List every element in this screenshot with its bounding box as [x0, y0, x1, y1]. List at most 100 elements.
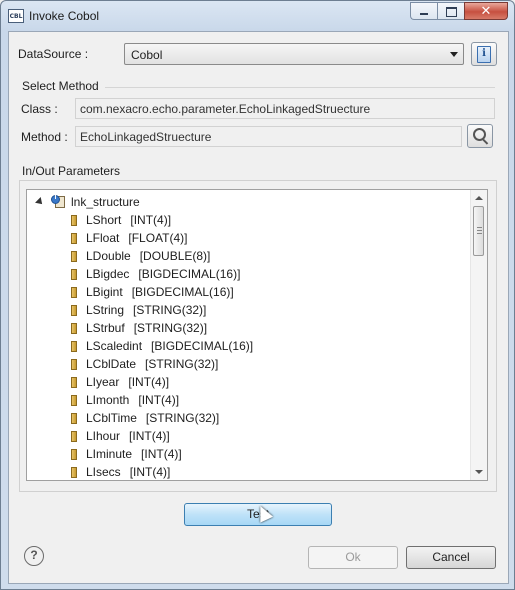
- tree-root-node[interactable]: lnk_structure: [35, 193, 140, 210]
- select-method-title: Select Method: [22, 79, 99, 93]
- datasource-value: Cobol: [131, 48, 163, 62]
- tree-field-row[interactable]: LShort [INT(4)]: [71, 211, 253, 229]
- class-field: com.nexacro.echo.parameter.EchoLinkagedS…: [75, 98, 495, 119]
- field-icon: [71, 214, 77, 226]
- field-name: LScaledint: [86, 339, 143, 353]
- datasource-select[interactable]: Cobol: [124, 43, 464, 65]
- field-name: LCblTime: [86, 411, 137, 425]
- field-icon: [71, 448, 77, 460]
- field-icon: [71, 430, 77, 442]
- maximize-button[interactable]: [437, 2, 464, 20]
- tree-field-row[interactable]: LIsecs [INT(4)]: [71, 463, 253, 480]
- field-type: [FLOAT(4)]: [128, 231, 188, 245]
- field-icon: [71, 340, 77, 352]
- maximize-icon: [446, 7, 457, 17]
- tree-field-row[interactable]: LCblTime [STRING(32)]: [71, 409, 253, 427]
- cobol-app-icon: CBL: [8, 9, 24, 23]
- field-name: LImonth: [86, 393, 130, 407]
- field-icon: [71, 304, 77, 316]
- expand-icon[interactable]: [35, 196, 45, 207]
- field-name: LBigint: [86, 285, 123, 299]
- scroll-up-icon[interactable]: [475, 196, 483, 200]
- tree-field-row[interactable]: LFloat [FLOAT(4)]: [71, 229, 253, 247]
- close-icon: ✕: [480, 4, 492, 19]
- help-icon[interactable]: ?: [24, 546, 44, 566]
- tree-children: LShort [INT(4)] LFloat [FLOAT(4)] LDouble [DO…: [71, 211, 253, 480]
- structure-icon: [51, 194, 66, 208]
- field-type: [STRING(32)]: [145, 357, 219, 371]
- method-search-button[interactable]: [467, 124, 493, 148]
- field-type: [INT(4)]: [138, 393, 180, 407]
- field-type: [STRING(32)]: [133, 303, 207, 317]
- tree-field-row[interactable]: LIminute [INT(4)]: [71, 445, 253, 463]
- field-name: LString: [86, 303, 125, 317]
- field-icon: [71, 466, 77, 478]
- field-type: [DOUBLE(8)]: [139, 249, 211, 263]
- field-name: LIyear: [86, 375, 120, 389]
- field-icon: [71, 250, 77, 262]
- field-type: [INT(4)]: [129, 465, 171, 479]
- field-type: [STRING(32)]: [145, 411, 220, 425]
- field-type: [BIGDECIMAL(16)]: [151, 339, 254, 353]
- field-name: LIminute: [86, 447, 133, 461]
- ok-button[interactable]: Ok: [308, 546, 398, 569]
- datasource-label: DataSource :: [18, 47, 89, 61]
- field-name: LCblDate: [86, 357, 137, 371]
- invoke-cobol-dialog: CBL Invoke Cobol ✕ DataSource : Cobol Se…: [0, 0, 515, 590]
- method-field: EchoLinkagedStruecture: [75, 126, 462, 147]
- window-controls: ✕: [410, 2, 508, 22]
- cancel-button[interactable]: Cancel: [406, 546, 496, 569]
- field-name: LBigdec: [86, 267, 130, 281]
- field-icon: [71, 394, 77, 406]
- tree-field-row[interactable]: LBigint [BIGDECIMAL(16)]: [71, 283, 253, 301]
- tree-field-row[interactable]: LCblDate [STRING(32)]: [71, 355, 253, 373]
- select-method-divider: [105, 87, 495, 88]
- field-type: [INT(4)]: [141, 447, 182, 461]
- params-title: In/Out Parameters: [22, 164, 121, 178]
- chevron-down-icon: [450, 52, 458, 57]
- field-type: [INT(4)]: [129, 429, 170, 443]
- datasource-info-icon: [477, 46, 491, 63]
- search-icon: [473, 128, 486, 141]
- scroll-down-icon[interactable]: [475, 470, 483, 474]
- minimize-button[interactable]: [410, 2, 437, 20]
- dialog-body: DataSource : Cobol Select Method Class :…: [8, 31, 509, 584]
- field-type: [INT(4)]: [130, 213, 172, 227]
- class-label: Class :: [21, 102, 58, 116]
- tree-root-label: lnk_structure: [71, 194, 140, 209]
- datasource-info-button[interactable]: [471, 42, 497, 66]
- field-icon: [71, 232, 77, 244]
- field-type: [INT(4)]: [128, 375, 170, 389]
- tree-field-row[interactable]: LDouble [DOUBLE(8)]: [71, 247, 253, 265]
- method-label: Method :: [21, 130, 68, 144]
- field-icon: [71, 358, 77, 370]
- field-icon: [71, 268, 77, 280]
- field-name: LShort: [86, 213, 122, 227]
- tree-scrollbar[interactable]: [470, 190, 487, 480]
- field-icon: [71, 322, 77, 334]
- tree-field-row[interactable]: LStrbuf [STRING(32)]: [71, 319, 253, 337]
- window-title: Invoke Cobol: [29, 9, 100, 23]
- tree-field-row[interactable]: LBigdec [BIGDECIMAL(16)]: [71, 265, 253, 283]
- field-name: LDouble: [86, 249, 131, 263]
- tree-field-row[interactable]: LString [STRING(32)]: [71, 301, 253, 319]
- title-bar[interactable]: CBL Invoke Cobol ✕: [1, 1, 514, 31]
- params-tree[interactable]: lnk_structure LShort [INT(4)] LFloat [FLOAT…: [26, 189, 488, 481]
- field-name: LIhour: [86, 429, 121, 443]
- tree-field-row[interactable]: LIyear [INT(4)]: [71, 373, 253, 391]
- tree-field-row[interactable]: LIhour [INT(4)]: [71, 427, 253, 445]
- minimize-icon: [420, 13, 428, 15]
- tree-field-row[interactable]: LScaledint [BIGDECIMAL(16)]: [71, 337, 253, 355]
- field-type: [STRING(32)]: [133, 321, 208, 335]
- field-icon: [71, 286, 77, 298]
- field-name: LIsecs: [86, 465, 121, 479]
- field-type: [BIGDECIMAL(16)]: [131, 285, 234, 299]
- tree-field-row[interactable]: LImonth [INT(4)]: [71, 391, 253, 409]
- field-type: [BIGDECIMAL(16)]: [138, 267, 241, 281]
- field-icon: [71, 376, 77, 388]
- field-name: LFloat: [86, 231, 120, 245]
- field-name: LStrbuf: [86, 321, 125, 335]
- field-icon: [71, 412, 77, 424]
- scroll-thumb[interactable]: [473, 206, 484, 256]
- close-button[interactable]: ✕: [464, 2, 508, 20]
